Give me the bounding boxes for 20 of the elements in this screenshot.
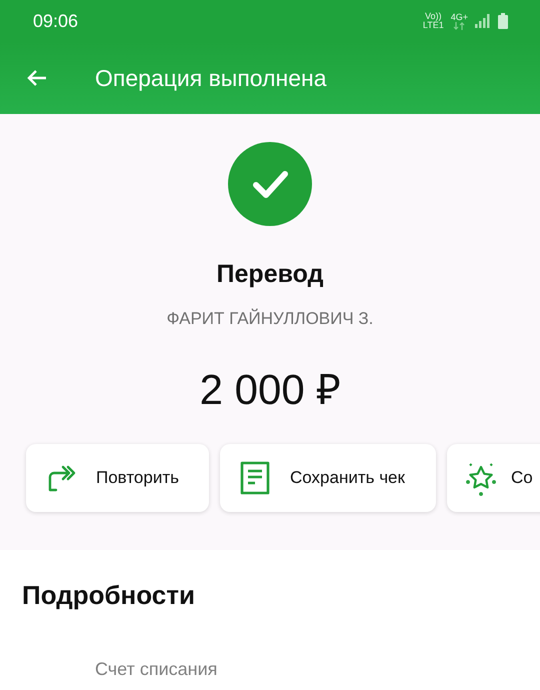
network-type-label: 4G+ xyxy=(450,12,468,22)
section-title: Подробности xyxy=(22,580,196,611)
battery-icon xyxy=(498,13,508,29)
action-button[interactable]: Сохранить чек xyxy=(220,444,436,512)
recipient-name: ФАРИТ ГАЙНУЛЛОВИЧ З. xyxy=(166,309,374,329)
volte-label: Vo)) xyxy=(425,12,442,21)
signal-icon xyxy=(475,14,491,28)
data-arrows-icon xyxy=(453,22,466,30)
document-icon xyxy=(240,461,270,495)
field-label: Счет списания xyxy=(95,659,218,680)
repeat-arrow-icon xyxy=(46,463,76,493)
action-button[interactable]: Повторить xyxy=(26,444,209,512)
operation-title: Перевод xyxy=(216,260,324,289)
network-label: LTE1 xyxy=(422,21,444,30)
action-button[interactable]: Со xyxy=(447,444,540,512)
success-check-icon xyxy=(228,142,312,226)
amount: 2 000 ₽ xyxy=(200,365,340,415)
star-icon xyxy=(463,460,499,496)
screen-title: Операция выполнена xyxy=(95,64,326,92)
status-time: 09:06 xyxy=(33,10,78,32)
